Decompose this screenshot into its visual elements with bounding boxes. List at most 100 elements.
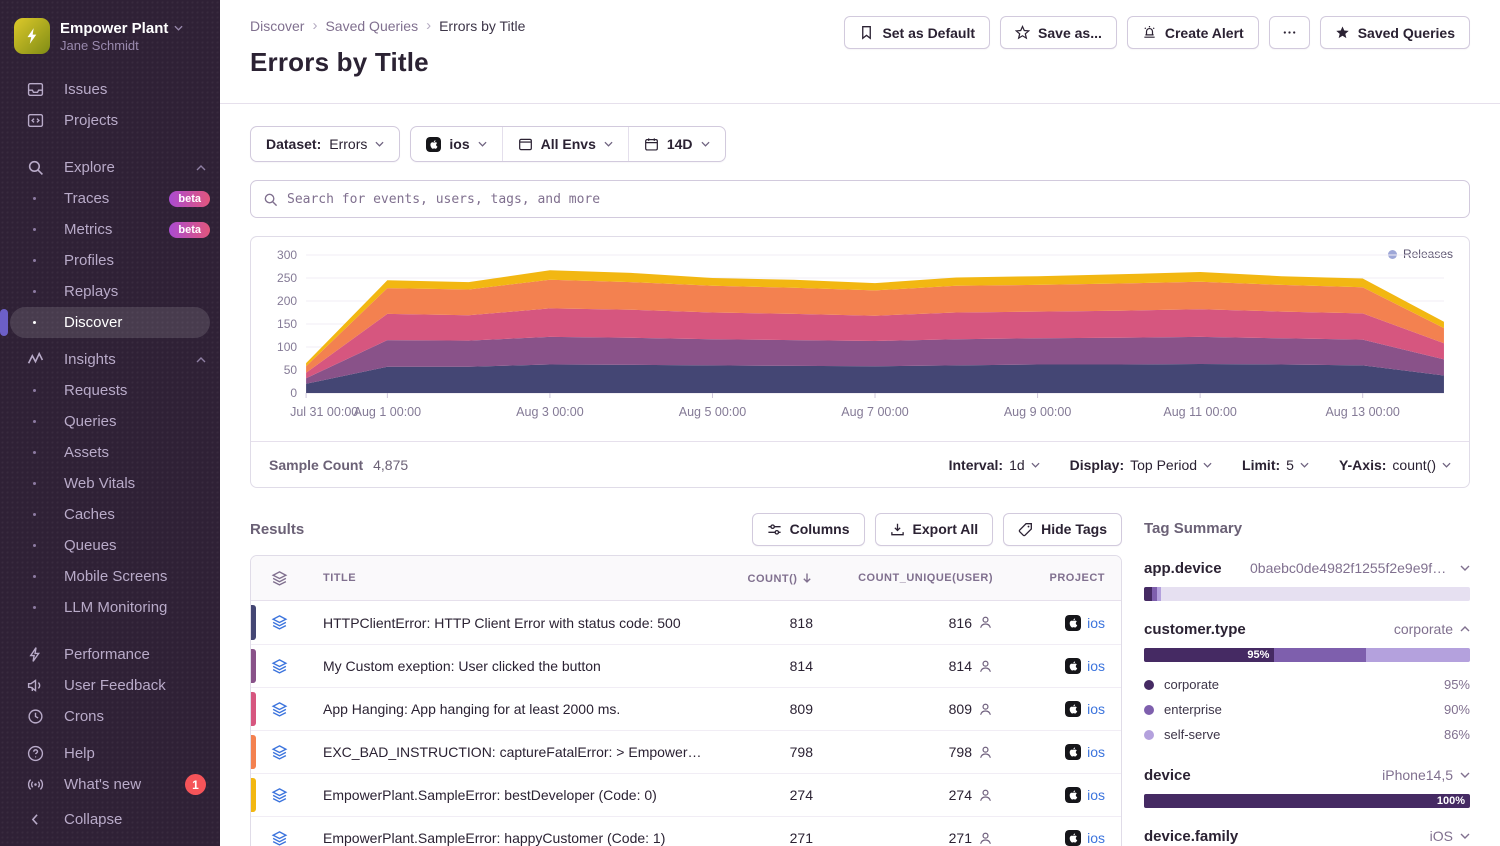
chevron-down-icon[interactable] [1460, 772, 1470, 778]
chevron-down-icon[interactable] [1460, 833, 1470, 839]
tag-name: app.device [1144, 560, 1222, 577]
project-filter[interactable]: ios [411, 127, 501, 161]
saved-queries-button[interactable]: Saved Queries [1320, 16, 1470, 49]
org-switcher[interactable]: Empower Plant Jane Schmidt [0, 12, 220, 68]
sidebar-item-issues[interactable]: Issues [0, 74, 220, 105]
sidebar-collapse-button[interactable]: Collapse [0, 802, 220, 836]
sidebar-item-explore[interactable]: Explore [0, 152, 220, 183]
set-as-default-button[interactable]: Set as Default [844, 16, 990, 49]
row-title-link[interactable]: EXC_BAD_INSTRUCTION: captureFatalError: … [307, 744, 719, 760]
tag-distribution-bar: 95% [1144, 648, 1470, 662]
chevron-up-icon[interactable] [1460, 626, 1470, 632]
sidebar-item-traces[interactable]: Tracesbeta [10, 183, 210, 214]
row-title-link[interactable]: App Hanging: App hanging for at least 20… [307, 701, 719, 717]
apple-icon [1065, 658, 1081, 674]
sidebar-item-user-feedback[interactable]: User Feedback [0, 670, 220, 701]
chevron-down-icon[interactable] [1460, 565, 1470, 571]
tag-top-value: corporate [1394, 621, 1470, 637]
project-link[interactable]: ios [1087, 830, 1105, 846]
sidebar-item-assets[interactable]: Assets [10, 437, 210, 468]
sidebar-item-queries[interactable]: Queries [10, 406, 210, 437]
tag-value-row[interactable]: corporate95% [1144, 672, 1470, 697]
tag-header-customer-type[interactable]: customer.typecorporate [1144, 617, 1470, 641]
tag-value-row[interactable]: enterprise90% [1144, 697, 1470, 722]
sidebar-item-discover[interactable]: Discover [10, 307, 210, 338]
project-link[interactable]: ios [1087, 744, 1105, 760]
row-count-unique: 809 [829, 701, 1009, 717]
save-as-button[interactable]: Save as... [1000, 16, 1117, 49]
sidebar-item-web-vitals[interactable]: Web Vitals [10, 468, 210, 499]
project-link[interactable]: ios [1087, 615, 1105, 631]
svg-text:150: 150 [277, 317, 297, 331]
breadcrumb-saved-queries[interactable]: Saved Queries [325, 18, 418, 34]
sidebar-item-llm-monitoring[interactable]: LLM Monitoring [10, 592, 210, 623]
table-row[interactable]: My Custom exeption: User clicked the but… [251, 644, 1121, 687]
chevron-up-icon[interactable] [196, 165, 206, 171]
sidebar-item-profiles[interactable]: Profiles [10, 245, 210, 276]
table-row[interactable]: HTTPClientError: HTTP Client Error with … [251, 601, 1121, 644]
hide-tags-button[interactable]: Hide Tags [1003, 513, 1122, 546]
column-header-count[interactable]: COUNT() [719, 572, 829, 585]
more-options-button[interactable] [1269, 16, 1310, 49]
tag-header-device[interactable]: deviceiPhone14,5 [1144, 763, 1470, 787]
bullet-dot-icon [30, 513, 38, 516]
chevron-down-icon [1203, 462, 1212, 468]
column-header-count-unique[interactable]: COUNT_UNIQUE(USER) [829, 572, 1009, 584]
yaxis-selector[interactable]: Y-Axis: count() [1339, 457, 1451, 473]
tag-value-row[interactable]: self-serve86% [1144, 722, 1470, 747]
sidebar-item-caches[interactable]: Caches [10, 499, 210, 530]
sidebar-item-crons[interactable]: Crons [0, 701, 220, 732]
export-all-button[interactable]: Export All [875, 513, 994, 546]
tag-header-device-family[interactable]: device.familyiOS [1144, 824, 1470, 846]
sidebar-item-what-s-new[interactable]: What's new1 [0, 769, 220, 800]
sidebar-item-insights[interactable]: Insights [0, 344, 220, 375]
table-row[interactable]: EmpowerPlant.SampleError: happyCustomer … [251, 816, 1121, 846]
column-header-title[interactable]: TITLE [307, 572, 719, 584]
crons-icon [26, 708, 44, 726]
project-link[interactable]: ios [1087, 787, 1105, 803]
column-header-project[interactable]: PROJECT [1009, 572, 1121, 584]
row-title-link[interactable]: My Custom exeption: User clicked the but… [307, 658, 719, 674]
sidebar-item-projects[interactable]: Projects [0, 105, 220, 136]
interval-selector[interactable]: Interval: 1d [949, 457, 1040, 473]
project-link[interactable]: ios [1087, 658, 1105, 674]
event-stack-icon [251, 830, 307, 846]
sidebar-item-performance[interactable]: Performance [0, 639, 220, 670]
breadcrumb-discover[interactable]: Discover [250, 18, 304, 34]
chevron-down-icon [174, 25, 183, 31]
row-title-link[interactable]: HTTPClientError: HTTP Client Error with … [307, 615, 719, 631]
sidebar-item-queues[interactable]: Queues [10, 530, 210, 561]
sidebar-item-label: Caches [64, 506, 115, 523]
chart-panel: Releases 050100150200250300Jul 31 00:00A… [250, 236, 1470, 488]
tag-name: device [1144, 767, 1191, 784]
sidebar-item-metrics[interactable]: Metricsbeta [10, 214, 210, 245]
apple-icon [426, 137, 441, 152]
sidebar-item-label: Queries [64, 413, 117, 430]
sidebar-item-mobile-screens[interactable]: Mobile Screens [10, 561, 210, 592]
create-alert-button[interactable]: Create Alert [1127, 16, 1259, 49]
sidebar-item-requests[interactable]: Requests [10, 375, 210, 406]
breadcrumb-current: Errors by Title [439, 18, 525, 34]
table-row[interactable]: App Hanging: App hanging for at least 20… [251, 687, 1121, 730]
sidebar-item-replays[interactable]: Replays [10, 276, 210, 307]
columns-button[interactable]: Columns [752, 513, 865, 546]
filter-bar: Dataset: Errors ios All Envs [250, 126, 1470, 162]
search-input[interactable] [287, 192, 1457, 207]
table-row[interactable]: EmpowerPlant.SampleError: bestDeveloper … [251, 773, 1121, 816]
date-range-filter[interactable]: 14D [628, 127, 725, 161]
bullet-dot-icon [30, 321, 38, 324]
table-row[interactable]: EXC_BAD_INSTRUCTION: captureFatalError: … [251, 730, 1121, 773]
sidebar-item-help[interactable]: Help [0, 738, 220, 769]
limit-selector[interactable]: Limit: 5 [1242, 457, 1309, 473]
tag-header-app-device[interactable]: app.device0baebc0de4982f1255f2e9e9fb7… [1144, 556, 1470, 580]
environment-filter[interactable]: All Envs [502, 127, 628, 161]
project-link[interactable]: ios [1087, 701, 1105, 717]
chevron-up-icon[interactable] [196, 357, 206, 363]
dataset-selector[interactable]: Dataset: Errors [250, 126, 400, 162]
svg-text:Aug 7 00:00: Aug 7 00:00 [841, 405, 909, 419]
row-count: 818 [719, 615, 829, 631]
row-title-link[interactable]: EmpowerPlant.SampleError: bestDeveloper … [307, 787, 719, 803]
display-selector[interactable]: Display: Top Period [1070, 457, 1212, 473]
row-title-link[interactable]: EmpowerPlant.SampleError: happyCustomer … [307, 830, 719, 846]
ellipsis-icon [1282, 25, 1297, 40]
